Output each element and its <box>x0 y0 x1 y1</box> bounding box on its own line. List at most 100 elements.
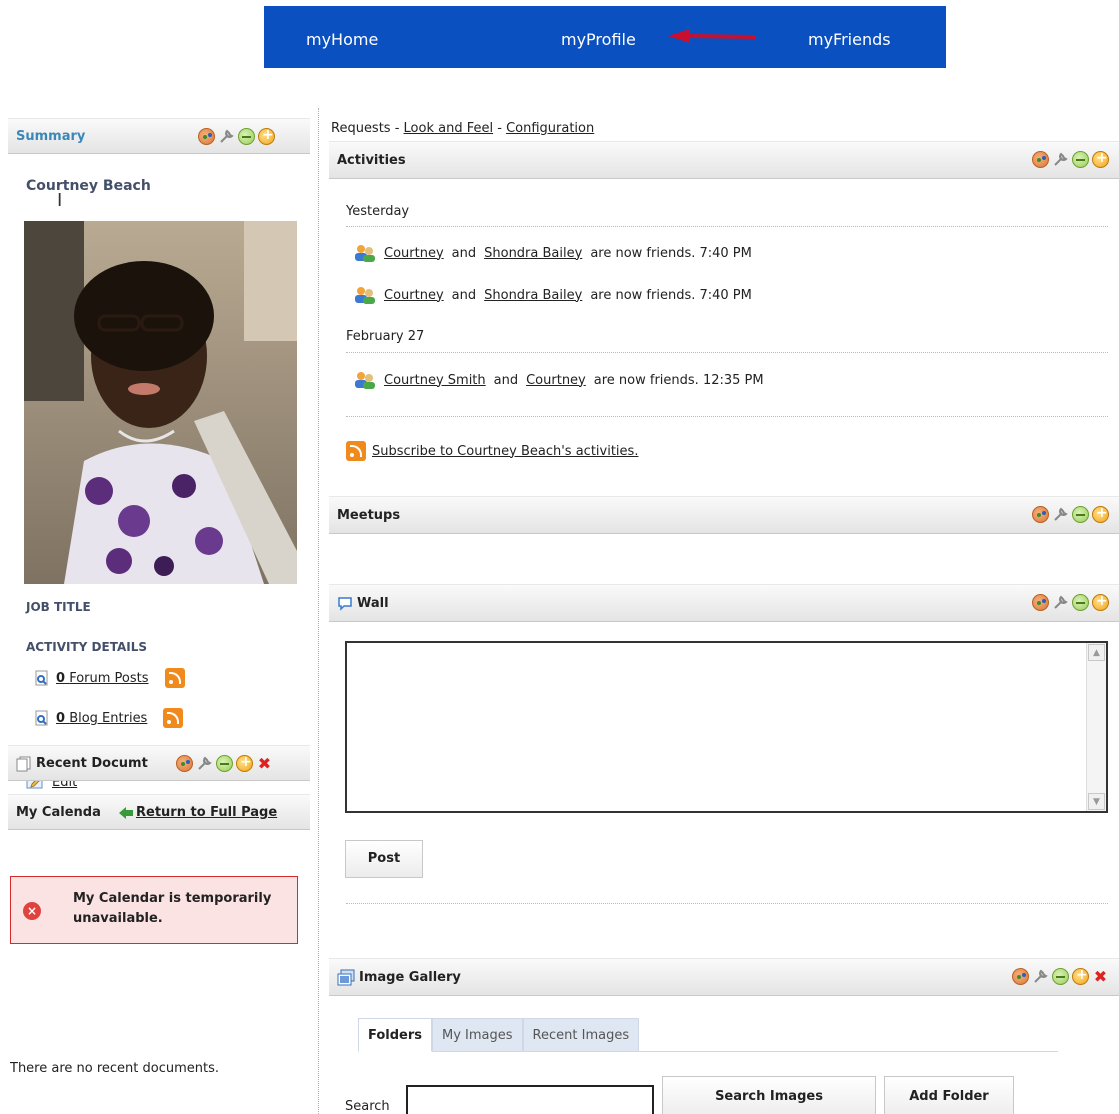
wall-textarea[interactable] <box>345 641 1108 813</box>
minimize-icon[interactable] <box>1072 151 1089 168</box>
divider <box>346 226 1108 227</box>
requests-bar: Requests - Look and Feel - Configuration <box>331 121 595 136</box>
close-icon[interactable]: ✖ <box>256 755 273 772</box>
activity-date-february-27: February 27 <box>346 329 425 344</box>
wall-header: Wall <box>329 584 1119 622</box>
column-divider <box>318 108 319 1114</box>
add-folder-button[interactable]: Add Folder <box>884 1076 1014 1114</box>
search-document-icon <box>34 710 50 726</box>
maximize-icon[interactable] <box>1092 150 1109 168</box>
search-input[interactable] <box>406 1085 654 1114</box>
look-and-feel-link[interactable]: Look and Feel <box>404 121 494 136</box>
look-and-feel-icon[interactable] <box>1012 968 1029 985</box>
user-link[interactable]: Shondra Bailey <box>484 288 582 303</box>
divider <box>346 416 1108 417</box>
minimize-icon[interactable] <box>216 755 233 772</box>
configuration-icon[interactable] <box>1052 594 1069 611</box>
minimize-icon[interactable] <box>238 128 255 145</box>
recent-documents-controls: ✖ <box>176 754 273 772</box>
text-cursor-icon: I <box>57 190 63 211</box>
tab-folders[interactable]: Folders <box>358 1018 433 1052</box>
image-gallery-controls: ✖ <box>1012 967 1109 985</box>
blog-entries-link[interactable]: 0 Blog Entries <box>56 711 147 726</box>
minimize-icon[interactable] <box>1052 968 1069 985</box>
post-button[interactable]: Post <box>345 840 423 878</box>
calendar-portlet-header: My Calenda Return to Full Page <box>8 794 310 830</box>
scroll-down-arrow-icon[interactable]: ▼ <box>1088 793 1105 810</box>
left-column: Summary Courtney Beach I <box>8 118 310 944</box>
wall-scrollbar[interactable]: ▲ ▼ <box>1086 643 1106 811</box>
user-name: Courtney Beach <box>26 178 151 194</box>
look-and-feel-icon[interactable] <box>1032 151 1049 168</box>
forum-posts-rss-icon[interactable] <box>164 668 185 688</box>
top-navigation: myHome myProfile myFriends <box>264 6 946 68</box>
maximize-icon[interactable] <box>236 754 253 772</box>
blog-entries-rss-icon[interactable] <box>163 708 184 728</box>
wall-title: Wall <box>357 596 389 611</box>
summary-controls <box>198 127 275 145</box>
back-arrow-icon <box>119 807 133 819</box>
nav-myfriends[interactable]: myFriends <box>808 30 891 49</box>
maximize-icon[interactable] <box>258 127 275 145</box>
nav-myprofile[interactable]: myProfile <box>561 30 636 49</box>
activity-date-yesterday: Yesterday <box>346 204 410 219</box>
configuration-icon[interactable] <box>1052 506 1069 523</box>
subscribe-row: Subscribe to Courtney Beach's activities… <box>346 441 638 461</box>
tab-my-images[interactable]: My Images <box>432 1018 523 1052</box>
activity-item: Courtney and Shondra Bailey are now frie… <box>354 244 752 262</box>
nav-myhome[interactable]: myHome <box>306 30 378 49</box>
scroll-up-arrow-icon[interactable]: ▲ <box>1088 644 1105 661</box>
divider <box>346 352 1108 353</box>
rss-icon[interactable] <box>346 441 366 461</box>
look-and-feel-icon[interactable] <box>176 755 193 772</box>
user-link[interactable]: Courtney <box>384 288 444 303</box>
user-link[interactable]: Courtney Smith <box>384 373 486 388</box>
subscribe-link[interactable]: Subscribe to Courtney Beach's activities… <box>372 444 638 459</box>
maximize-icon[interactable] <box>1072 967 1089 985</box>
tab-recent-images[interactable]: Recent Images <box>522 1018 640 1052</box>
configuration-icon[interactable] <box>1032 968 1049 985</box>
configuration-icon[interactable] <box>1052 151 1069 168</box>
look-and-feel-icon[interactable] <box>1032 506 1049 523</box>
look-and-feel-icon[interactable] <box>1032 594 1049 611</box>
activities-controls <box>1032 150 1109 168</box>
minimize-icon[interactable] <box>1072 594 1089 611</box>
configuration-icon[interactable] <box>196 755 213 772</box>
wall-controls <box>1032 593 1109 611</box>
forum-posts-row: 0 Forum Posts <box>34 668 185 688</box>
user-link[interactable]: Courtney <box>526 373 586 388</box>
maximize-icon[interactable] <box>1092 505 1109 523</box>
search-images-button[interactable]: Search Images <box>662 1076 876 1114</box>
profile-photo <box>24 221 297 584</box>
friends-icon <box>354 371 376 389</box>
calendar-title: My Calenda <box>16 805 101 820</box>
return-to-full-page-link[interactable]: Return to Full Page <box>136 805 277 820</box>
blog-entries-row: 0 Blog Entries <box>34 708 184 728</box>
maximize-icon[interactable] <box>1092 593 1109 611</box>
user-link[interactable]: Shondra Bailey <box>484 246 582 261</box>
user-link[interactable]: Courtney <box>384 246 444 261</box>
gallery-icon <box>337 969 355 991</box>
meetups-controls <box>1032 505 1109 523</box>
look-and-feel-icon[interactable] <box>198 128 215 145</box>
red-arrow-annotation <box>668 29 757 43</box>
friends-icon <box>354 244 376 262</box>
recent-documents-header: Recent Documt ✖ <box>8 745 310 781</box>
activities-title: Activities <box>337 153 406 168</box>
recent-documents-title: Recent Documt <box>36 756 148 771</box>
gallery-tabs: Folders My Images Recent Images <box>358 1018 640 1052</box>
forum-posts-link[interactable]: 0 Forum Posts <box>56 671 149 686</box>
image-gallery-header: Image Gallery ✖ <box>329 958 1119 996</box>
meetups-header: Meetups <box>329 496 1119 534</box>
calendar-error-message: × My Calendar is temporarily unavailable… <box>10 876 298 944</box>
close-icon[interactable]: ✖ <box>1092 968 1109 985</box>
search-label: Search <box>345 1099 390 1114</box>
configuration-icon[interactable] <box>218 128 235 145</box>
search-document-icon <box>34 670 50 686</box>
error-icon: × <box>23 902 41 920</box>
activity-item: Courtney Smith and Courtney are now frie… <box>354 371 764 389</box>
activities-header: Activities <box>329 141 1119 179</box>
configuration-link[interactable]: Configuration <box>506 121 594 136</box>
minimize-icon[interactable] <box>1072 506 1089 523</box>
friends-icon <box>354 286 376 304</box>
